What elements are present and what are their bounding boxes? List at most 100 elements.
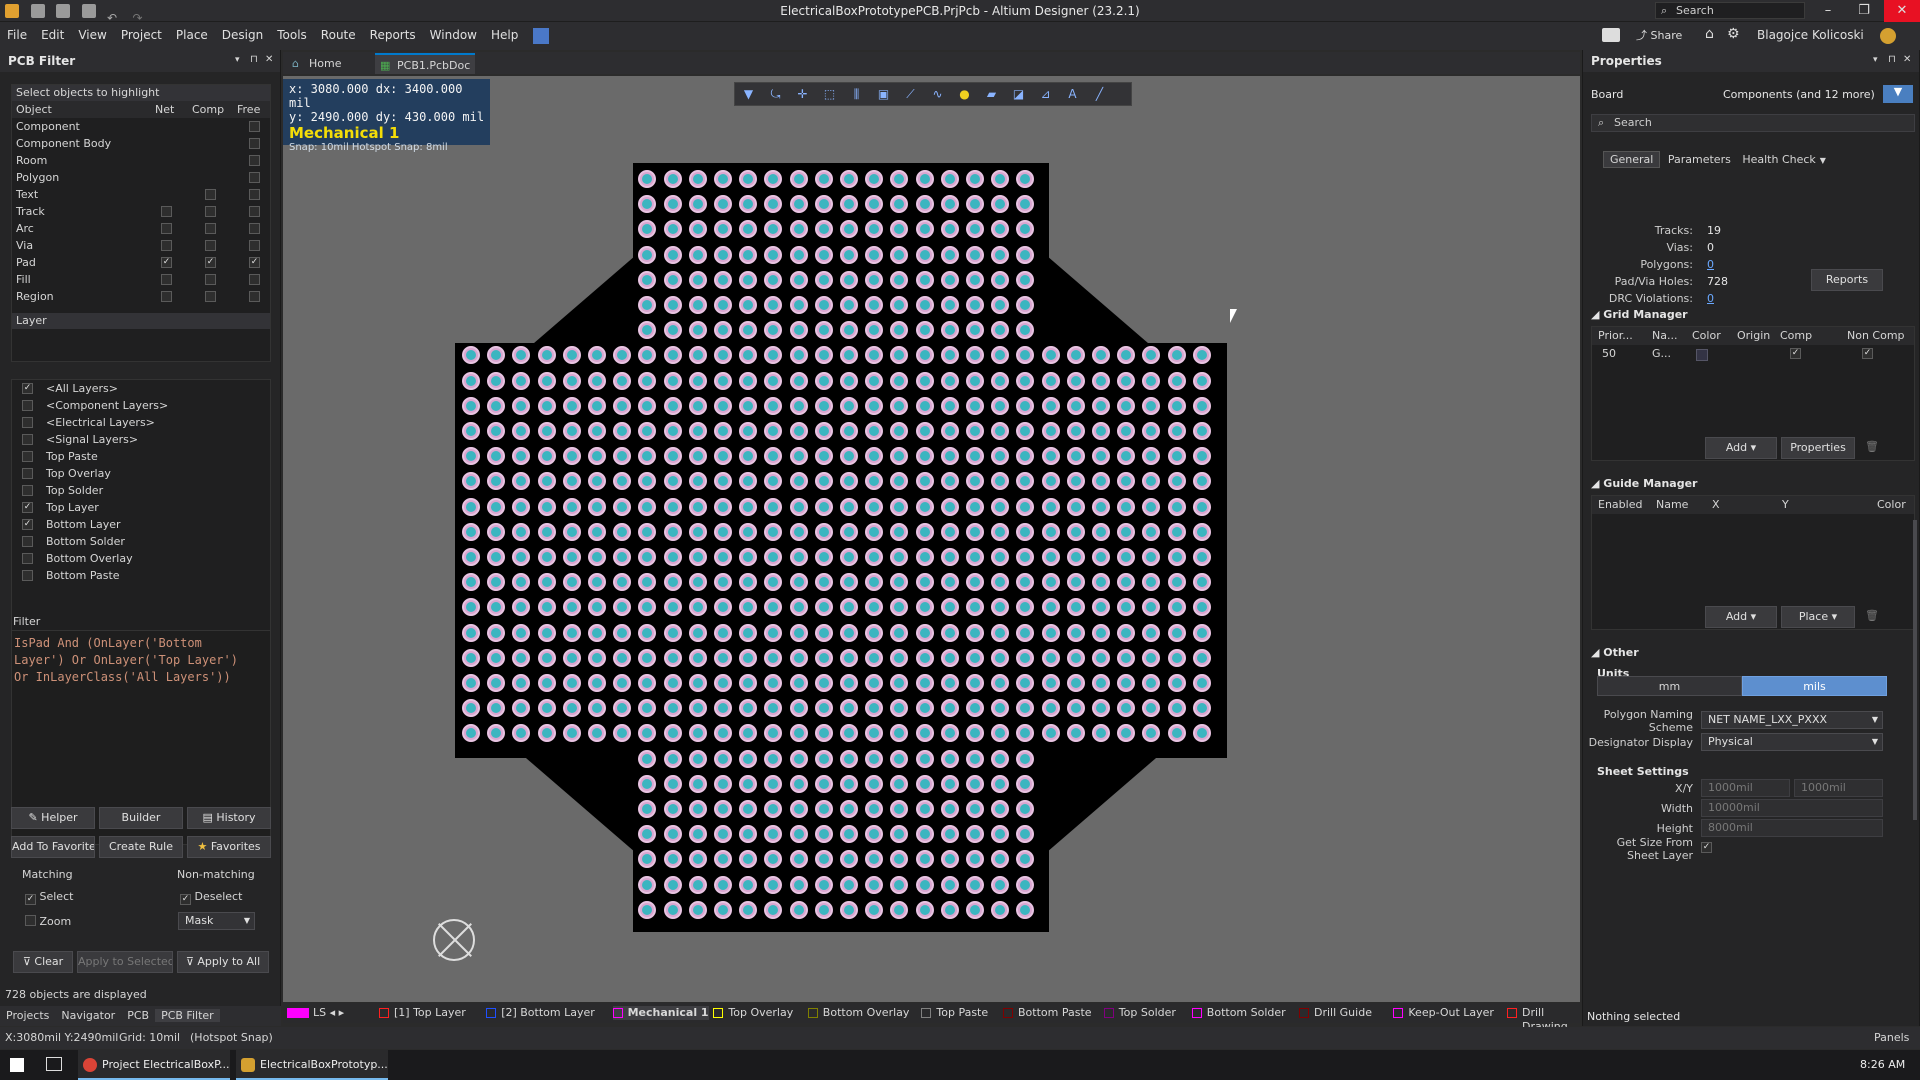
user-avatar[interactable] <box>1880 28 1896 44</box>
get-size-checkbox[interactable]: ✓ <box>1701 842 1712 853</box>
stat-value[interactable]: 0 <box>1707 292 1714 305</box>
pad[interactable] <box>462 623 480 642</box>
tab-navigator[interactable]: Navigator <box>55 1009 121 1022</box>
place-text-icon[interactable]: A <box>1065 87 1080 102</box>
guide-manager-header[interactable]: ◢ Guide Manager <box>1591 477 1697 490</box>
pad[interactable] <box>663 598 682 617</box>
pad[interactable] <box>915 497 934 516</box>
pad[interactable] <box>814 800 833 818</box>
pad[interactable] <box>739 875 758 894</box>
pad[interactable] <box>915 749 934 768</box>
pad[interactable] <box>588 548 606 566</box>
layer-row[interactable]: <Component Layers> <box>12 397 270 414</box>
pad[interactable] <box>789 472 808 491</box>
object-free-checkbox[interactable] <box>249 189 260 200</box>
tab-general[interactable]: General <box>1603 151 1661 168</box>
pad[interactable] <box>1041 497 1060 516</box>
pad[interactable] <box>663 699 682 718</box>
chat-icon[interactable] <box>1602 28 1620 42</box>
layer-row[interactable]: ✓ Bottom Layer <box>12 516 270 533</box>
pad[interactable] <box>940 296 959 314</box>
pad[interactable] <box>789 220 808 239</box>
pad[interactable] <box>991 371 1010 390</box>
menu-file[interactable]: File <box>0 22 34 48</box>
object-free-checkbox[interactable] <box>249 121 260 132</box>
dimension-icon[interactable]: ⊿ <box>1038 87 1053 102</box>
pad[interactable] <box>890 749 909 768</box>
pad[interactable] <box>663 774 682 793</box>
pad[interactable] <box>940 749 959 768</box>
pad[interactable] <box>789 724 808 743</box>
pad[interactable] <box>940 674 959 692</box>
deselect-option[interactable]: ✓ Deselect <box>180 890 242 905</box>
select-option[interactable]: ✓ Select <box>25 890 73 905</box>
object-comp-checkbox[interactable]: ✓ <box>205 257 216 268</box>
pad[interactable] <box>739 396 758 415</box>
layer-checkbox[interactable] <box>22 451 33 462</box>
pad[interactable] <box>714 296 732 314</box>
pad[interactable] <box>663 900 682 919</box>
pad[interactable] <box>915 900 934 919</box>
pad[interactable] <box>1041 623 1060 642</box>
pad[interactable] <box>966 497 984 516</box>
taskbar-item-altium[interactable]: ElectricalBoxPrototyp... <box>236 1050 388 1080</box>
pad[interactable] <box>1117 497 1136 516</box>
layer-checkbox[interactable]: ✓ <box>22 383 33 394</box>
layer-row[interactable]: Bottom Overlay <box>12 550 270 567</box>
pad[interactable] <box>840 245 858 264</box>
pad[interactable] <box>966 396 984 415</box>
guide-add-button[interactable]: Add ▾ <box>1705 606 1777 628</box>
tab-health-check[interactable]: Health Check <box>1738 152 1819 167</box>
pad[interactable] <box>613 648 632 667</box>
pad[interactable] <box>663 800 682 818</box>
pad[interactable] <box>714 749 732 768</box>
pad[interactable] <box>688 371 707 390</box>
pad[interactable] <box>915 875 934 894</box>
polygon-naming-dropdown[interactable]: NET NAME_LXX_PXXX ▼ <box>1701 711 1883 729</box>
layer-tab[interactable]: Bottom Paste <box>1003 1006 1092 1020</box>
menu-view[interactable]: View <box>71 22 113 48</box>
pad[interactable] <box>487 623 506 642</box>
pad[interactable] <box>814 548 833 566</box>
pad[interactable] <box>814 623 833 642</box>
menu-project[interactable]: Project <box>114 22 169 48</box>
layer-tab[interactable]: LS ◂ ▸ <box>287 1006 344 1020</box>
layer-checkbox[interactable] <box>22 400 33 411</box>
pad[interactable] <box>991 648 1010 667</box>
pad[interactable] <box>688 825 707 844</box>
pad[interactable] <box>688 648 707 667</box>
pad[interactable] <box>1041 724 1060 743</box>
pad[interactable] <box>966 371 984 390</box>
pad[interactable] <box>1041 396 1060 415</box>
pad[interactable] <box>1016 749 1035 768</box>
pad[interactable] <box>840 674 858 692</box>
filter-icon[interactable]: ▼ <box>741 87 756 102</box>
designator-display-dropdown[interactable]: Physical ▼ <box>1701 733 1883 751</box>
pad[interactable] <box>915 850 934 869</box>
pad[interactable] <box>940 573 959 592</box>
pad[interactable] <box>915 371 934 390</box>
pad[interactable] <box>966 522 984 541</box>
pad[interactable] <box>940 371 959 390</box>
grid-properties-button[interactable]: Properties <box>1781 437 1855 459</box>
pad[interactable] <box>1167 648 1186 667</box>
pad[interactable] <box>789 623 808 642</box>
pad[interactable] <box>688 800 707 818</box>
pad[interactable] <box>915 296 934 314</box>
pad[interactable] <box>663 648 682 667</box>
object-comp-checkbox[interactable] <box>205 291 216 302</box>
pad[interactable] <box>915 648 934 667</box>
place-line-icon[interactable]: ╱ <box>1092 87 1107 102</box>
pad[interactable] <box>840 900 858 919</box>
pad[interactable] <box>663 346 682 365</box>
pad[interactable] <box>789 699 808 718</box>
pad[interactable] <box>588 674 606 692</box>
layer-row[interactable]: Top Solder <box>12 482 270 499</box>
other-header[interactable]: ◢ Other <box>1591 646 1639 659</box>
pad[interactable] <box>940 648 959 667</box>
pad[interactable] <box>915 270 934 289</box>
pad[interactable] <box>688 321 707 340</box>
pad[interactable] <box>562 573 581 592</box>
pad[interactable] <box>789 396 808 415</box>
pad[interactable] <box>688 623 707 642</box>
